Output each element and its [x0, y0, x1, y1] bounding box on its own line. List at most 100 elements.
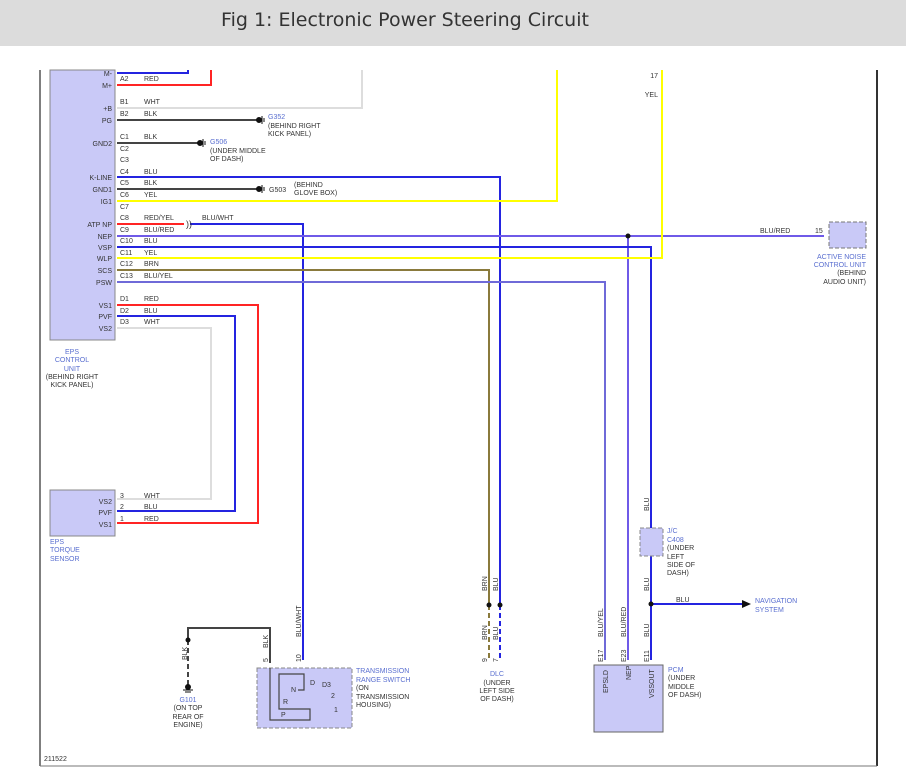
- nav-labels: BLU NAVIGATION SYSTEM: [676, 597, 797, 614]
- diagram-label: GLOVE BOX): [294, 190, 337, 197]
- diagram-label: AUDIO UNIT): [823, 279, 866, 286]
- wlp-pin: 17: [650, 73, 658, 80]
- diagram-label: VSP: [98, 245, 112, 252]
- diagram-label: BLU: [144, 308, 158, 315]
- diagram-label: (UNDER: [483, 680, 510, 687]
- diagram-label: C6: [120, 192, 129, 199]
- diagram-label: CONTROL UNIT: [814, 262, 867, 269]
- diagram-label: ENGINE): [173, 722, 202, 729]
- diagram-label: G503: [269, 187, 286, 194]
- diagram-label: BLU/RED: [621, 607, 628, 637]
- diagram-label: EPSLD: [603, 670, 610, 693]
- diagram-label: K-LINE: [89, 175, 112, 182]
- diagram-label: (ON: [356, 685, 369, 692]
- wire-k-line: [117, 176, 501, 605]
- diagram-label: ACTIVE NOISE: [817, 254, 866, 261]
- wire-ig1: [117, 70, 558, 202]
- diagram-label: BRN: [482, 625, 489, 640]
- diagram-label: BRN: [144, 261, 159, 268]
- diagram-label: D2: [120, 308, 129, 315]
- diagram-label: RED/YEL: [144, 215, 174, 222]
- diagram-label: DLC: [490, 671, 504, 678]
- wiring-diagram: )) M- M+ +B PG GND2 K-LINE GND1 IG1 ATP …: [39, 69, 878, 767]
- diagram-label: BLU: [144, 504, 158, 511]
- diagram-label: IG1: [101, 199, 112, 206]
- diagram-label: C8: [120, 215, 129, 222]
- diagram-label: PVF: [98, 510, 112, 517]
- diagram-label: (UNDER MIDDLE: [210, 148, 266, 155]
- diagram-label: BLU: [644, 577, 651, 591]
- dlc-labels: BRN BLU BRN BLU 9 7 DLC (UNDER LEFT SIDE…: [479, 576, 515, 703]
- diagram-label: 2: [120, 504, 124, 511]
- wire-vs1: [117, 304, 259, 524]
- ground-labels: G352 (BEHIND RIGHT KICK PANEL) G506 (UND…: [172, 114, 337, 729]
- diagram-label: VS1: [99, 303, 112, 310]
- diagram-label: CONTROL: [55, 357, 89, 364]
- diagram-label: (BEHIND: [294, 182, 323, 189]
- ground-icon: [183, 116, 265, 693]
- diagram-label: RANGE SWITCH: [356, 677, 410, 684]
- diagram-label: BLU: [676, 597, 690, 604]
- diagram-label: 5: [263, 658, 270, 662]
- diagram-page: Fig 1: Electronic Power Steering Circuit: [0, 0, 906, 779]
- arrow-icon: [742, 600, 751, 608]
- junction-connector-c408: [639, 527, 664, 557]
- diagram-label: VS2: [99, 326, 112, 333]
- diagram-label: G506: [210, 139, 227, 146]
- diagram-label: ATP NP: [87, 222, 112, 229]
- eps-unit-caption: EPS CONTROL UNIT (BEHIND RIGHT KICK PANE…: [46, 349, 99, 389]
- diagram-label: RED: [144, 516, 159, 523]
- diagram-label: LEFT: [667, 554, 685, 561]
- diagram-label: N: [291, 687, 296, 694]
- diagram-label: R: [283, 699, 288, 706]
- diagram-label: NEP: [98, 234, 113, 241]
- diagram-label: (ON TOP: [174, 705, 203, 712]
- wire-atp-blu-wht: [190, 223, 304, 660]
- diagram-label: C10: [120, 238, 133, 245]
- diagram-label: 2: [331, 693, 335, 700]
- diagram-label: BLK: [263, 634, 270, 648]
- diagram-label: MIDDLE: [668, 684, 695, 691]
- diagram-label: 3: [120, 493, 124, 500]
- diagram-label: BLU/RED: [760, 228, 790, 235]
- diagram-label: 1: [334, 707, 338, 714]
- diagram-label: BLU/WHT: [296, 605, 303, 637]
- diagram-label: J/C: [667, 528, 678, 535]
- diagram-label: C5: [120, 180, 129, 187]
- diagram-label: PVF: [98, 314, 112, 321]
- diagram-label: SENSOR: [50, 556, 80, 563]
- diagram-label: SIDE OF: [667, 562, 695, 569]
- diagram-label: C12: [120, 261, 133, 268]
- diagram-label: VS1: [99, 522, 112, 529]
- figure-id: 211522: [44, 756, 67, 763]
- diagram-label: TORQUE: [50, 547, 80, 554]
- diagram-label: C13: [120, 273, 133, 280]
- diagram-label: C11: [120, 250, 132, 257]
- diagram-label: G101: [179, 697, 196, 704]
- diagram-label: WHT: [144, 99, 161, 106]
- diagram-label: D3: [322, 682, 331, 689]
- diagram-label: OF DASH): [480, 696, 513, 703]
- diagram-label: TRANSMISSION: [356, 694, 409, 701]
- diagram-label: (BEHIND: [837, 270, 866, 277]
- diagram-label: YEL: [144, 192, 157, 199]
- diagram-label: C3: [120, 157, 129, 164]
- diagram-label: RED: [144, 76, 159, 83]
- diagram-label: EPS: [50, 539, 64, 546]
- wire-wlp: [117, 70, 663, 259]
- diagram-label: WLP: [97, 256, 113, 263]
- diagram-label: M-: [104, 71, 113, 78]
- diagram-label: D: [310, 680, 315, 687]
- diagram-label: BLU/YEL: [598, 608, 605, 637]
- diagram-label: REAR OF: [172, 714, 203, 721]
- diagram-label: M+: [102, 83, 112, 90]
- diagram-label: BLU: [493, 626, 500, 640]
- diagram-label: SYSTEM: [755, 607, 784, 614]
- diagram-label: (UNDER: [668, 675, 695, 682]
- diagram-label: BLU: [144, 169, 158, 176]
- diagram-label: WHT: [144, 319, 161, 326]
- diagram-label: GND2: [93, 141, 113, 148]
- diagram-label: C408: [667, 537, 684, 544]
- diagram-label: KICK PANEL): [268, 131, 311, 138]
- wire-m-minus: [117, 70, 189, 74]
